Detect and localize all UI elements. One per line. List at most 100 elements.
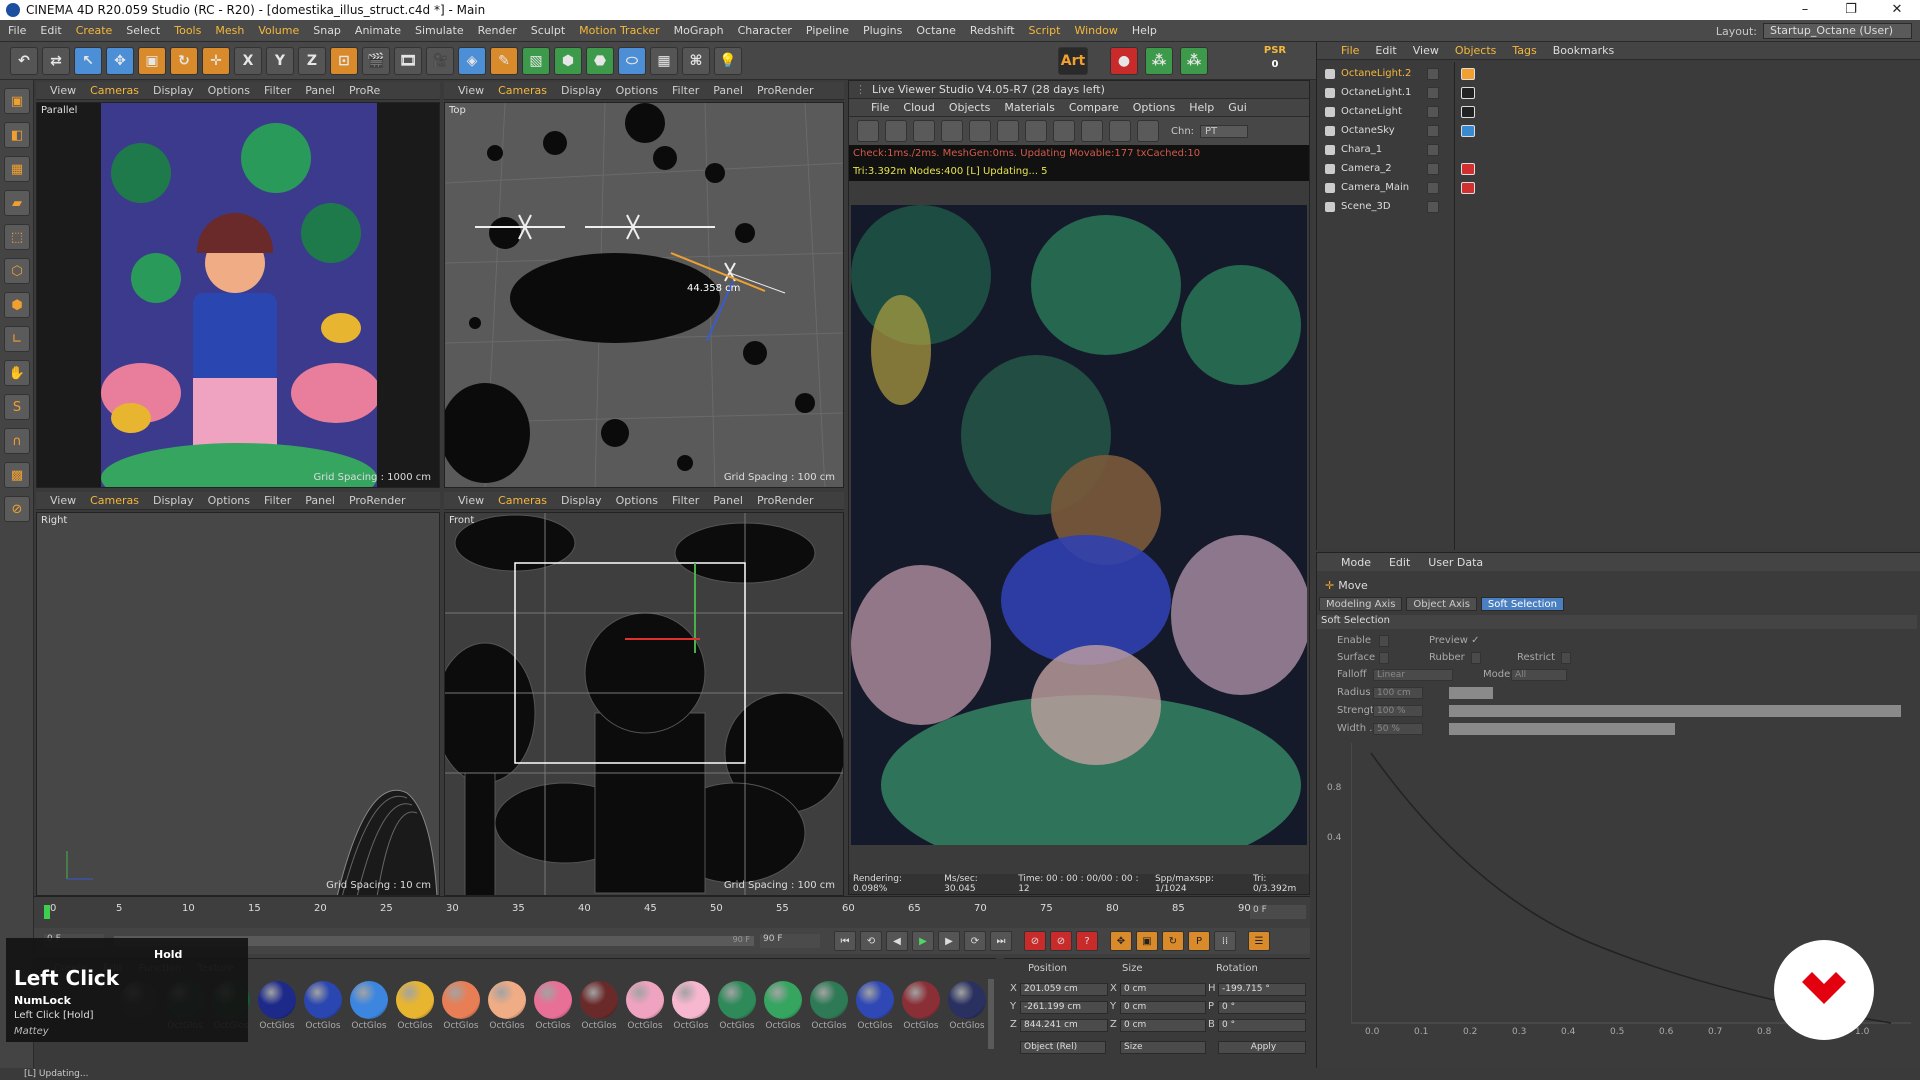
tab-soft-selection[interactable]: Soft Selection xyxy=(1480,597,1564,611)
recent-tools-button[interactable]: ✛ xyxy=(202,46,230,75)
make-editable-tool[interactable]: ▣ xyxy=(4,88,30,114)
object-tag-icon[interactable] xyxy=(1461,86,1475,99)
menu-create[interactable]: Create xyxy=(76,24,113,37)
menu-sculpt[interactable]: Sculpt xyxy=(531,24,565,37)
go-to-end-button[interactable]: ⏭ xyxy=(990,931,1012,951)
size-x-field[interactable]: 0 cm xyxy=(1120,983,1206,996)
material-swatch[interactable]: OctGlos xyxy=(394,981,436,1031)
viewport-menu-panel[interactable]: Panel xyxy=(305,494,335,507)
material-swatch[interactable]: OctGlos xyxy=(302,981,344,1031)
menu-pipeline[interactable]: Pipeline xyxy=(806,24,849,37)
send-scene-icon[interactable] xyxy=(857,120,879,142)
viewport-menu-prorender[interactable]: ProRender xyxy=(349,494,406,507)
object-tag-icon[interactable] xyxy=(1461,181,1475,194)
minimize-button[interactable]: – xyxy=(1782,0,1828,20)
menu-mograph[interactable]: MoGraph xyxy=(674,24,724,37)
live-viewer-menu-objects[interactable]: Objects xyxy=(949,101,991,114)
key-pla-button[interactable]: ⁞⁞ xyxy=(1214,931,1236,951)
subsampling-icon[interactable] xyxy=(1081,120,1103,142)
object-menu-edit[interactable]: Edit xyxy=(1375,44,1396,57)
subdivision-button[interactable]: ▧ xyxy=(522,46,550,75)
material-swatch[interactable]: OctGlos xyxy=(946,981,988,1031)
position-x-field[interactable]: 201.059 cm xyxy=(1020,983,1108,996)
strength-slider[interactable] xyxy=(1449,705,1901,717)
material-ball-icon[interactable] xyxy=(1025,120,1047,142)
material-swatch[interactable]: OctGlos xyxy=(854,981,896,1031)
visibility-toggle[interactable] xyxy=(1427,143,1439,156)
menu-file[interactable]: File xyxy=(8,24,26,37)
position-y-field[interactable]: -261.199 cm xyxy=(1020,1001,1108,1014)
width-field[interactable]: 50 % xyxy=(1373,723,1423,735)
previous-key-button[interactable]: ⟲ xyxy=(860,931,882,951)
viewport-perspective[interactable]: Parallel Grid Spacing : 1000 cm xyxy=(36,102,440,488)
key-rotation-button[interactable]: ↻ xyxy=(1162,931,1184,951)
object-menu-tags[interactable]: Tags xyxy=(1512,44,1536,57)
apply-button[interactable]: Apply xyxy=(1218,1041,1306,1054)
viewport-menu-display[interactable]: Display xyxy=(561,494,602,507)
viewport-menu-prore[interactable]: ProRe xyxy=(349,84,380,97)
model-mode-tool[interactable]: ◧ xyxy=(4,122,30,148)
viewport-menu-view[interactable]: View xyxy=(458,494,484,507)
octane-render-button[interactable]: ● xyxy=(1110,47,1138,75)
maximize-button[interactable]: ❐ xyxy=(1828,0,1874,20)
coord-mode-dropdown[interactable]: Object (Rel) xyxy=(1020,1041,1106,1054)
visibility-toggle[interactable] xyxy=(1427,86,1439,99)
viewport-menu-display[interactable]: Display xyxy=(561,84,602,97)
pause-render-icon[interactable] xyxy=(913,120,935,142)
key-parameter-button[interactable]: P xyxy=(1188,931,1210,951)
floor-button[interactable]: ▦ xyxy=(650,46,678,75)
live-viewer-menu-gui[interactable]: Gui xyxy=(1228,101,1247,114)
radius-slider[interactable] xyxy=(1449,687,1493,699)
object-menu-view[interactable]: View xyxy=(1413,44,1439,57)
viewport-front[interactable]: Front Grid Spacing : 100 cm xyxy=(444,512,844,896)
viewport-menu-options[interactable]: Options xyxy=(616,494,658,507)
strength-field[interactable]: 100 % xyxy=(1373,705,1423,717)
material-swatch[interactable]: OctGlos xyxy=(624,981,666,1031)
pick-material-icon[interactable] xyxy=(1137,120,1159,142)
keyframe-selection-button[interactable]: ? xyxy=(1076,931,1098,951)
viewport-menu-view[interactable]: View xyxy=(50,494,76,507)
material-swatch[interactable]: OctGlos xyxy=(440,981,482,1031)
edges-mode-tool[interactable]: ⬡ xyxy=(4,258,30,284)
live-viewer-menu-materials[interactable]: Materials xyxy=(1004,101,1054,114)
preview-label[interactable]: Preview ✓ xyxy=(1429,635,1479,646)
object-row[interactable]: Scene_3D xyxy=(1317,197,1920,216)
object-tag-icon[interactable] xyxy=(1461,67,1475,80)
play-button[interactable]: ▶ xyxy=(912,931,934,951)
settings-gear-icon[interactable] xyxy=(969,120,991,142)
material-swatch[interactable]: OctGlos xyxy=(670,981,712,1031)
tab-modeling-axis[interactable]: Modeling Axis xyxy=(1319,597,1403,611)
material-swatch[interactable]: OctGlos xyxy=(900,981,942,1031)
object-row[interactable]: OctaneLight xyxy=(1317,102,1920,121)
material-scrollbar[interactable] xyxy=(988,979,994,1049)
menu-script[interactable]: Script xyxy=(1029,24,1061,37)
object-menu-file[interactable]: File xyxy=(1341,44,1359,57)
viewport-menu-cameras[interactable]: Cameras xyxy=(498,494,547,507)
material-swatch[interactable]: OctGlos xyxy=(808,981,850,1031)
menu-render[interactable]: Render xyxy=(478,24,517,37)
visibility-toggle[interactable] xyxy=(1427,124,1439,137)
surface-checkbox[interactable] xyxy=(1379,652,1389,664)
cloner-button[interactable]: ⁂ xyxy=(1145,47,1173,75)
close-button[interactable]: ✕ xyxy=(1874,0,1920,20)
enable-checkbox[interactable] xyxy=(1379,635,1389,647)
viewport-menu-options[interactable]: Options xyxy=(208,494,250,507)
radius-field[interactable]: 100 cm xyxy=(1373,687,1423,699)
viewport-menu-options[interactable]: Options xyxy=(208,84,250,97)
previous-frame-button[interactable]: ◀ xyxy=(886,931,908,951)
viewport-menu-filter[interactable]: Filter xyxy=(264,494,291,507)
viewport-menu-panel[interactable]: Panel xyxy=(713,494,743,507)
menu-motion-tracker[interactable]: Motion Tracker xyxy=(579,24,659,37)
object-tag-icon[interactable] xyxy=(1461,105,1475,118)
material-swatch[interactable]: OctGlos xyxy=(578,981,620,1031)
live-viewer-menu-options[interactable]: Options xyxy=(1133,101,1175,114)
material-swatch[interactable]: OctGlos xyxy=(256,981,298,1031)
viewport-top[interactable]: Top 44.358 cm Grid Spacing : 100 cm xyxy=(444,102,844,488)
lock-y-button[interactable]: Y xyxy=(266,46,294,75)
live-viewer-menu-help[interactable]: Help xyxy=(1189,101,1214,114)
autokey-button[interactable]: ⊘ xyxy=(1050,931,1072,951)
visibility-toggle[interactable] xyxy=(1427,181,1439,194)
redo-button[interactable]: ⇄ xyxy=(42,46,70,75)
visibility-toggle[interactable] xyxy=(1427,162,1439,175)
render-preview[interactable] xyxy=(851,205,1307,845)
